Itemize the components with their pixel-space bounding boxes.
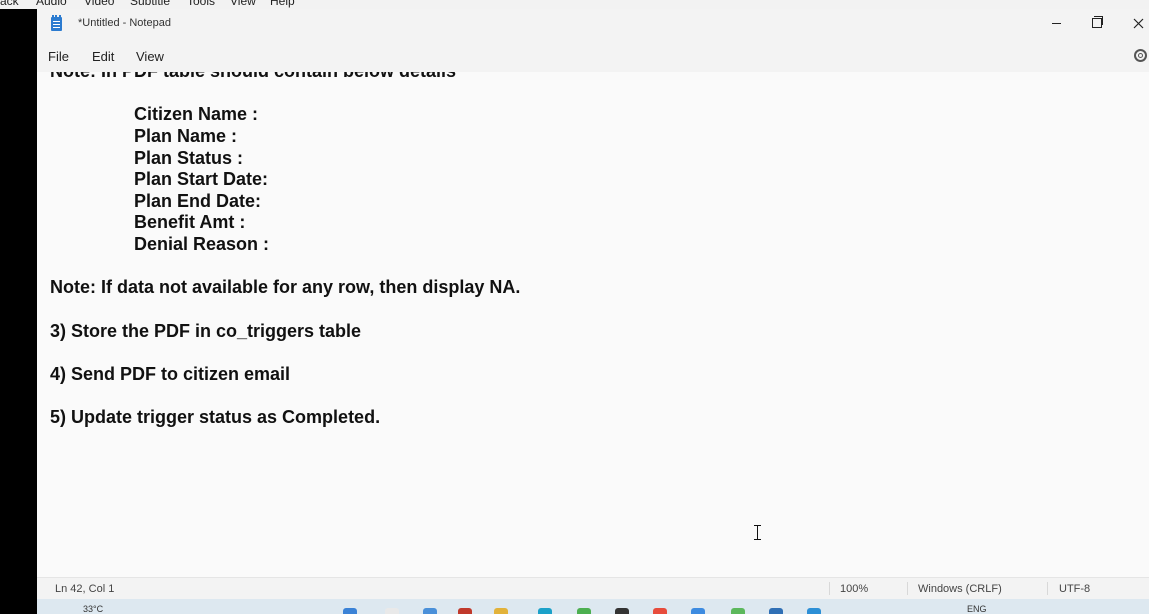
editor-line: Plan Name : <box>134 126 238 146</box>
app-icon-red[interactable] <box>653 608 667 614</box>
editor-line: Benefit Amt : <box>134 212 246 232</box>
line-ending[interactable]: Windows (CRLF) <box>918 583 1002 595</box>
menu-bar: File Edit View <box>37 40 1149 72</box>
chrome-icon[interactable] <box>577 608 591 614</box>
minimize-button[interactable] <box>1036 9 1076 37</box>
gear-icon[interactable] <box>1134 49 1147 62</box>
menu-view[interactable]: View <box>136 49 164 64</box>
notepad-taskbar-icon[interactable] <box>807 608 821 614</box>
player-menu-bar: ack Audio Video Subtitle Tools View Help <box>0 0 1149 9</box>
status-divider <box>907 582 908 595</box>
zoom-level[interactable]: 100% <box>840 583 868 595</box>
search-icon[interactable] <box>385 608 399 614</box>
close-button[interactable] <box>1118 9 1149 37</box>
terminal-icon[interactable] <box>615 608 629 614</box>
editor-line: Plan Status : <box>134 148 244 168</box>
editor-line: Note: If data not available for any row,… <box>50 277 521 297</box>
status-divider <box>1047 582 1048 595</box>
minimize-icon <box>1051 22 1061 24</box>
player-menu-view[interactable]: View <box>230 0 256 8</box>
editor-line: 3) Store the PDF in co_triggers table <box>50 321 362 341</box>
weather-widget[interactable]: 33°C <box>83 604 103 614</box>
editor-line: Plan Start Date: <box>134 169 269 189</box>
app-icon-dark-blue[interactable] <box>769 608 783 614</box>
encoding[interactable]: UTF-8 <box>1059 583 1090 595</box>
player-menu-video[interactable]: Video <box>84 0 114 8</box>
editor-line: Plan End Date: <box>134 191 262 211</box>
file-explorer-icon[interactable] <box>494 608 508 614</box>
start-icon[interactable] <box>343 608 357 614</box>
language-indicator[interactable]: ENG <box>967 604 987 614</box>
window-title: *Untitled - Notepad <box>78 17 171 29</box>
close-icon <box>1133 18 1143 28</box>
maximize-icon <box>1092 16 1103 28</box>
text-cursor-icon <box>754 525 761 540</box>
editor-line: Note: In PDF table should contain below … <box>50 72 456 82</box>
title-bar[interactable]: *Untitled - Notepad <box>37 9 1149 40</box>
notepad-icon <box>51 15 62 31</box>
edge-icon[interactable] <box>538 608 552 614</box>
editor-line: Denial Reason : <box>134 234 270 254</box>
editor-line: 4) Send PDF to citizen email <box>50 364 291 384</box>
text-editor[interactable]: Note: In PDF table should contain below … <box>37 72 1149 577</box>
status-bar: Ln 42, Col 1 100% Windows (CRLF) UTF-8 <box>37 577 1149 599</box>
editor-line: 5) Update trigger status as Completed. <box>50 407 381 427</box>
player-menu-tools[interactable]: Tools <box>187 0 215 8</box>
app-icon-green[interactable] <box>731 608 745 614</box>
taskbar: 33°C ENG <box>37 599 1149 614</box>
task-view-icon[interactable] <box>423 608 437 614</box>
status-divider <box>829 582 830 595</box>
player-menu-subtitle[interactable]: Subtitle <box>130 0 170 8</box>
notepad-window: *Untitled - Notepad File Edit View Note:… <box>37 9 1149 599</box>
maximize-button[interactable] <box>1077 9 1117 37</box>
mail-icon[interactable] <box>458 608 472 614</box>
player-menu-audio[interactable]: Audio <box>36 0 67 8</box>
menu-file[interactable]: File <box>48 49 69 64</box>
player-menu-help[interactable]: Help <box>270 0 295 8</box>
cursor-position: Ln 42, Col 1 <box>55 583 115 595</box>
editor-line: Citizen Name : <box>134 104 259 124</box>
app-icon-blue[interactable] <box>691 608 705 614</box>
player-menu-back[interactable]: ack <box>0 0 19 8</box>
menu-edit[interactable]: Edit <box>92 49 114 64</box>
